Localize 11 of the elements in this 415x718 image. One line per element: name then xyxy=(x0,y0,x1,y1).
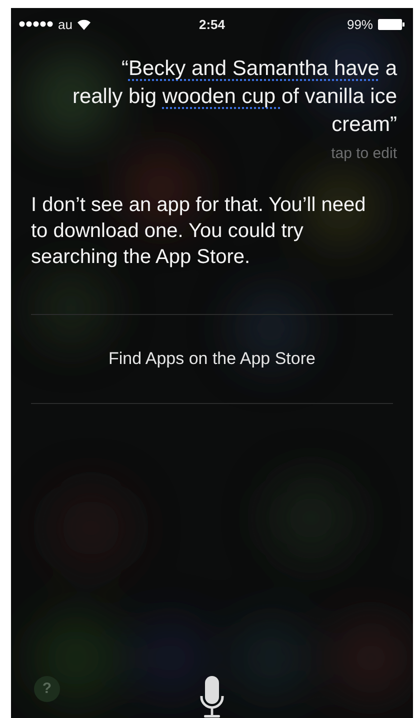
battery-percentage: 99% xyxy=(346,16,373,32)
spoken-request: “Becky and Samantha have a really big wooden cup of vanilla ice cream” xyxy=(71,56,397,138)
siri-response: I don’t see an app for that. You’ll need to download one. You could try searching the App Store. xyxy=(31,193,367,270)
clock-time: 2:54 xyxy=(198,16,226,32)
signal-icon xyxy=(19,21,53,27)
wifi-icon xyxy=(77,18,92,30)
battery-icon xyxy=(378,18,405,30)
carrier-name: au xyxy=(58,16,72,32)
microphone-icon[interactable] xyxy=(200,676,224,718)
tap-to-edit-link[interactable]: tap to edit xyxy=(331,145,397,162)
app-store-link[interactable]: Find Apps on the App Store xyxy=(108,349,316,369)
